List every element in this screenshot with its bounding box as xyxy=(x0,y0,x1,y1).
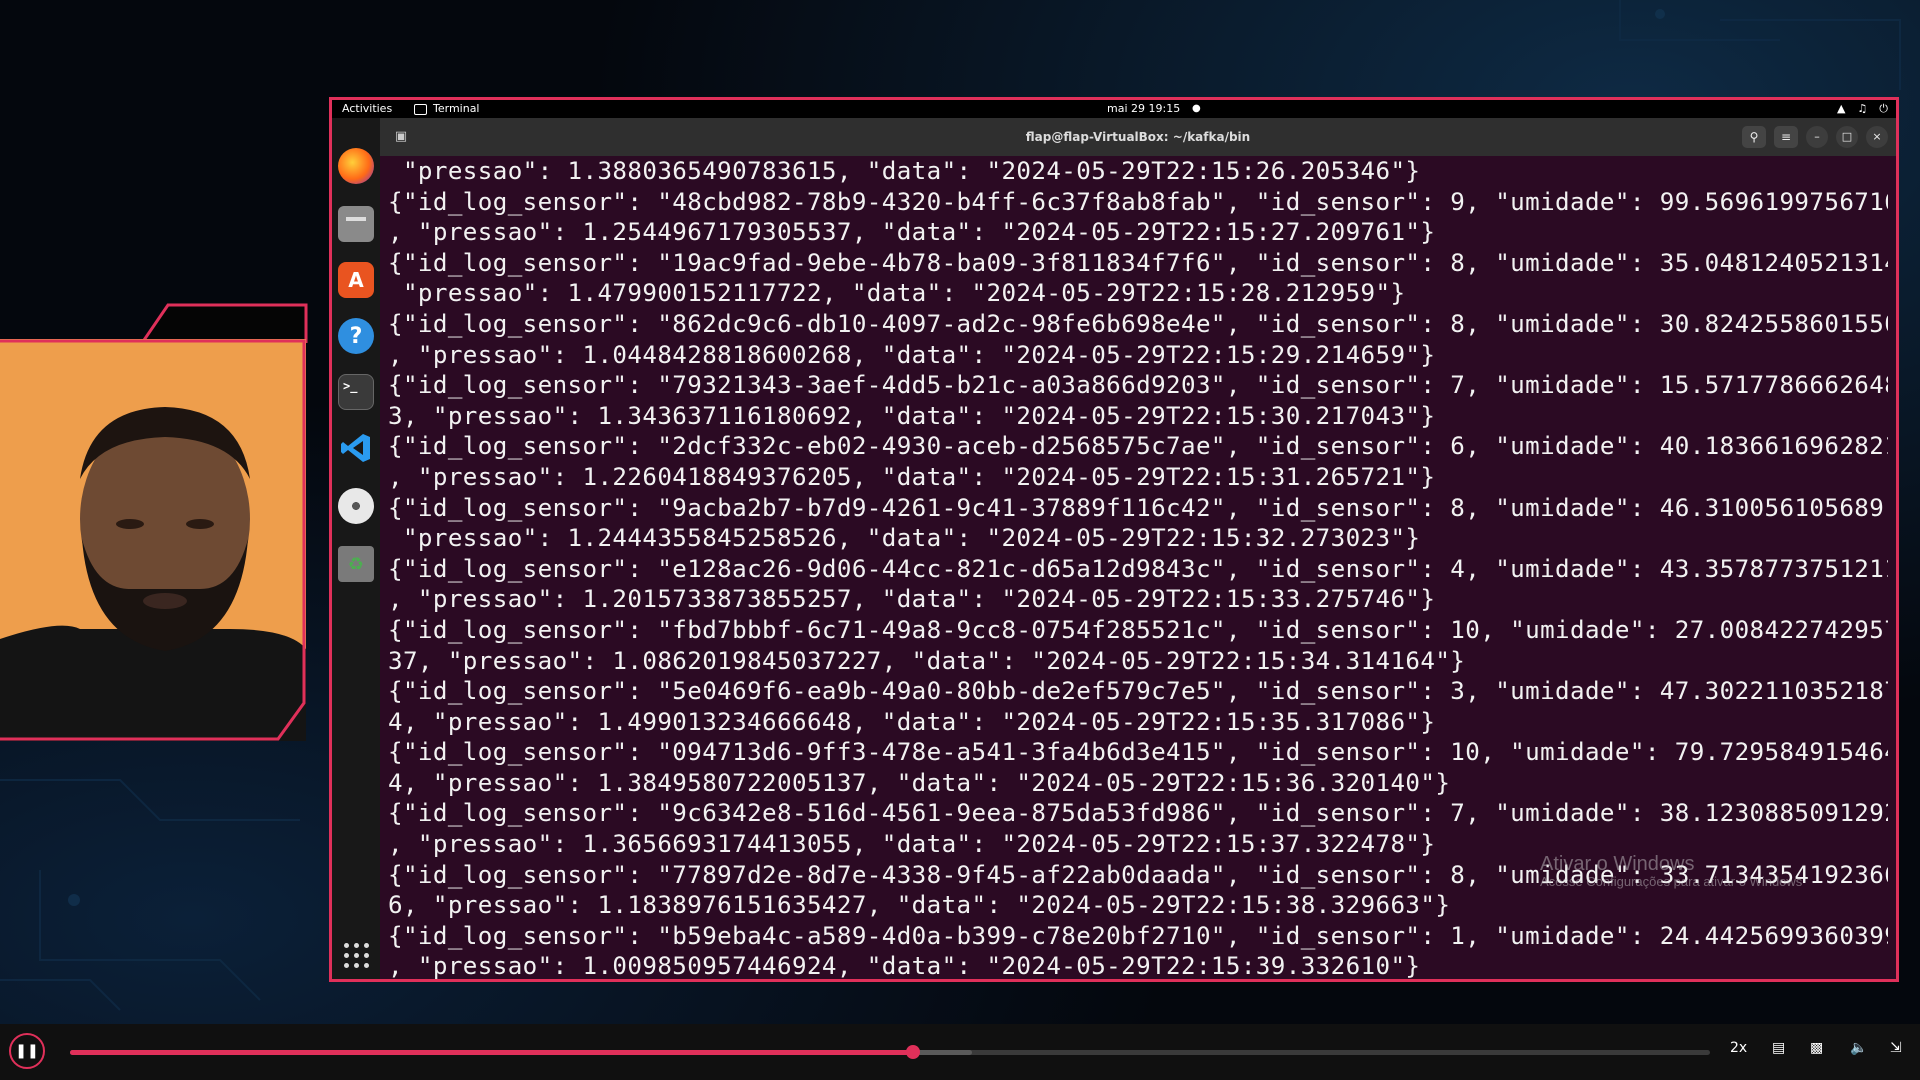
terminal-line: "pressao": 1.3880365490783615, "data": "… xyxy=(388,157,1421,185)
terminal-line: 4, "pressao": 1.499013234666648, "data":… xyxy=(388,707,1436,736)
terminal-line: 37, "pressao": 1.0862019845037227, "data… xyxy=(388,646,1466,675)
network-icon: ▲ xyxy=(1836,102,1846,115)
terminal-icon xyxy=(414,103,427,115)
terminal-line: , "pressao": 1.2544967179305537, "data":… xyxy=(388,218,1436,247)
trash-icon[interactable]: ♻ xyxy=(338,546,374,582)
hamburger-menu-icon[interactable]: ≡ xyxy=(1774,126,1798,148)
gnome-top-bar: Activities Terminal mai 29 19:15 ● ▲ ♫ ⏻ xyxy=(332,100,1896,118)
terminal-line: "pressao": 1.2444355845258526, "data": "… xyxy=(388,524,1421,553)
terminal-line: , "pressao": 1.009850957446924, "data": … xyxy=(388,952,1421,979)
terminal-line: {"id_log_sensor": "862dc9c6-db10-4097-ad… xyxy=(388,309,1888,338)
terminal-line: {"id_log_sensor": "5e0469f6-ea9b-49a0-80… xyxy=(388,677,1888,706)
app-center-icon[interactable]: A xyxy=(338,262,374,298)
captions-icon[interactable]: ▤ xyxy=(1772,1040,1785,1056)
virtualbox-window: Activities Terminal mai 29 19:15 ● ▲ ♫ ⏻… xyxy=(329,97,1899,982)
terminal-line: "pressao": 1.479900152117722, "data": "2… xyxy=(388,279,1406,308)
terminal-line: {"id_log_sensor": "2dcf332c-eb02-4930-ac… xyxy=(388,432,1888,461)
terminal-line: , "pressao": 1.2015733873855257, "data":… xyxy=(388,585,1436,614)
disc-icon[interactable] xyxy=(338,488,374,524)
active-app-menu[interactable]: Terminal xyxy=(414,100,480,118)
windows-activation-watermark: Ativar o Windows Acesse Configurações pa… xyxy=(1540,853,1802,889)
minimize-icon[interactable]: – xyxy=(1806,126,1828,148)
terminal-line: {"id_log_sensor": "9c6342e8-516d-4561-9e… xyxy=(388,799,1888,828)
help-icon[interactable]: ? xyxy=(338,318,374,354)
ubuntu-dock: A ? >_ ♻ xyxy=(332,118,380,979)
played-bar xyxy=(70,1050,913,1055)
search-icon[interactable]: ⚲ xyxy=(1742,126,1766,148)
clock[interactable]: mai 29 19:15 xyxy=(1107,100,1180,118)
activities-button[interactable]: Activities xyxy=(342,100,392,118)
volume-icon[interactable]: 🔈 xyxy=(1850,1040,1867,1056)
volume-icon: ♫ xyxy=(1857,102,1868,115)
firefox-icon[interactable] xyxy=(338,148,374,184)
webcam-border xyxy=(0,339,306,741)
active-app-label: Terminal xyxy=(433,102,480,115)
terminal-line: {"id_log_sensor": "19ac9fad-9ebe-4b78-ba… xyxy=(388,248,1888,277)
terminal-line: 3, "pressao": 1.343637116180692, "data":… xyxy=(388,401,1436,430)
watermark-subtitle: Acesse Configurações para ativar o Windo… xyxy=(1540,874,1803,889)
terminal-line: {"id_log_sensor": "094713d6-9ff3-478e-a5… xyxy=(388,738,1888,767)
maximize-icon[interactable]: □ xyxy=(1836,126,1858,148)
watermark-title: Ativar o Windows xyxy=(1540,853,1695,875)
pip-icon[interactable]: ▩ xyxy=(1810,1040,1823,1056)
terminal-line: , "pressao": 1.0448428818600268, "data":… xyxy=(388,340,1436,369)
window-controls: ⚲ ≡ – □ × xyxy=(1742,126,1888,148)
terminal-line: , "pressao": 1.2260418849376205, "data":… xyxy=(388,462,1436,491)
terminal-line: 4, "pressao": 1.3849580722005137, "data"… xyxy=(388,768,1451,797)
close-icon[interactable]: × xyxy=(1866,126,1888,148)
system-tray[interactable]: ▲ ♫ ⏻ xyxy=(1837,100,1888,118)
fullscreen-exit-icon[interactable]: ⇲ xyxy=(1890,1040,1902,1056)
terminal-line: 6, "pressao": 1.1838976151635427, "data"… xyxy=(388,891,1451,920)
video-player-bar: ❚❚ 2x ▤ ▩ 🔈 ⇲ xyxy=(0,1024,1920,1080)
vscode-icon[interactable] xyxy=(338,430,374,466)
terminal-line: {"id_log_sensor": "79321343-3aef-4dd5-b2… xyxy=(388,371,1888,400)
seek-handle[interactable] xyxy=(905,1045,920,1059)
power-icon: ⏻ xyxy=(1879,102,1888,115)
terminal-line: {"id_log_sensor": "e128ac26-9d06-44cc-82… xyxy=(388,554,1888,583)
terminal-line: {"id_log_sensor": "b59eba4c-a589-4d0a-b3… xyxy=(388,921,1888,950)
terminal-line: {"id_log_sensor": "9acba2b7-b7d9-4261-9c… xyxy=(388,493,1888,522)
terminal-line: {"id_log_sensor": "48cbd982-78b9-4320-b4… xyxy=(388,187,1888,216)
webcam-tab-decoration xyxy=(142,303,308,343)
pause-button[interactable]: ❚❚ xyxy=(9,1033,45,1069)
vscode-logo xyxy=(341,434,370,462)
terminal-headerbar: ▣ flap@flap-VirtualBox: ~/kafka/bin ⚲ ≡ … xyxy=(380,118,1896,156)
seek-bar[interactable] xyxy=(70,1045,1710,1059)
show-apps-icon[interactable] xyxy=(344,943,370,969)
notification-icon[interactable]: ● xyxy=(1192,100,1201,118)
terminal-icon[interactable]: >_ xyxy=(338,374,374,410)
pause-icon: ❚❚ xyxy=(15,1043,39,1059)
window-title: flap@flap-VirtualBox: ~/kafka/bin xyxy=(1025,130,1251,144)
files-icon[interactable] xyxy=(338,206,374,242)
playback-speed[interactable]: 2x xyxy=(1730,1040,1747,1056)
terminal-line: {"id_log_sensor": "fbd7bbbf-6c71-49a8-9c… xyxy=(388,615,1888,644)
